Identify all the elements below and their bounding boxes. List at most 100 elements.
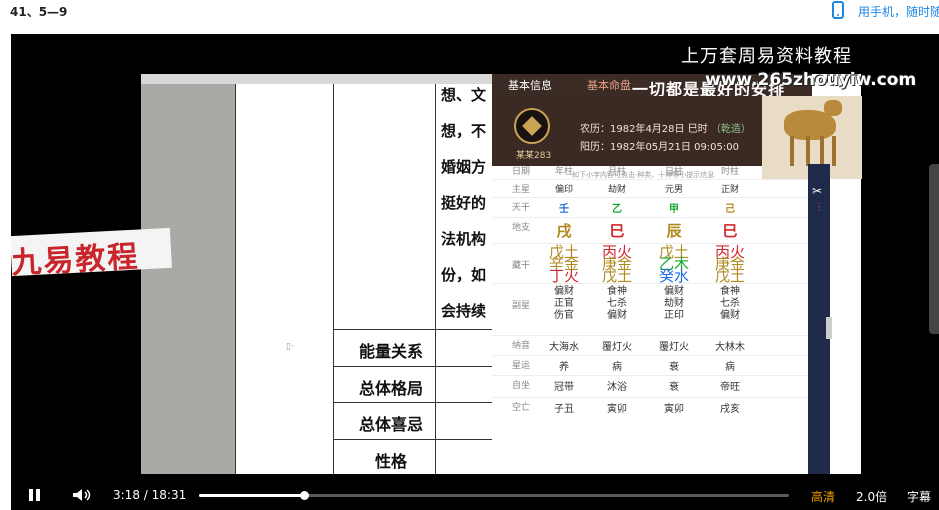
top-bar: 41、5—9 用手机，随时随 bbox=[0, 0, 939, 34]
chart-divider bbox=[492, 375, 812, 376]
progress-knob[interactable] bbox=[300, 491, 310, 500]
slide-text-line: 想，不 bbox=[441, 122, 487, 140]
chart-cell: 子丑 bbox=[554, 404, 574, 415]
lesson-title: 41、5—9 bbox=[10, 5, 68, 19]
chart-row-label: 地支 bbox=[512, 223, 531, 233]
chart-cell: 巳 bbox=[609, 222, 625, 240]
chart-column-header: 年柱 bbox=[554, 167, 573, 177]
chart-cell: 衰 bbox=[669, 382, 679, 393]
chart-row-label: 星运 bbox=[512, 361, 531, 371]
chart-cell: 覆灯火 bbox=[602, 342, 632, 353]
watermark-title: 上万套周易资料教程 bbox=[681, 46, 852, 67]
table-row-label: 总体喜忌 bbox=[358, 415, 423, 434]
solar-date: 阳历：1982年05月21日 09:05:00 bbox=[580, 142, 739, 153]
chart-cell: 辰 bbox=[666, 222, 682, 240]
chart-cell: 病 bbox=[612, 362, 622, 373]
chart-row-label: 自坐 bbox=[512, 381, 531, 391]
watermark-url: www.265zhouyiw.com bbox=[705, 70, 917, 90]
chart-cell: 乙 bbox=[612, 204, 622, 215]
table-row-label: 性格 bbox=[374, 451, 407, 471]
chart-cell: 甲 bbox=[669, 204, 679, 215]
tab-basic-info[interactable]: 基本信息 bbox=[508, 77, 552, 93]
chart-cell: 偏印 bbox=[554, 185, 573, 195]
chart-divider bbox=[492, 197, 812, 198]
chart-row-label: 空亡 bbox=[512, 403, 531, 413]
chart-header-label: 日期 bbox=[512, 167, 531, 177]
subtitles-button[interactable]: 字幕 bbox=[907, 488, 931, 505]
brand-banner: 九易教程 bbox=[11, 227, 172, 281]
chart-cell: 寅卯 bbox=[664, 404, 684, 415]
lunar-date: 农历：1982年4月28日 巳时 （乾造） bbox=[580, 124, 751, 135]
chart-cell: 偏财 正官 伤官 bbox=[554, 286, 574, 321]
slide-text-line: 想、文 bbox=[441, 86, 487, 104]
chart-column-header: 月柱 bbox=[607, 167, 626, 177]
chart-cell: 养 bbox=[559, 362, 569, 373]
chart-cell: 丙火 庚金 戊土 bbox=[601, 243, 632, 285]
progress-fill bbox=[199, 494, 305, 497]
slide-gray-margin bbox=[141, 84, 235, 474]
brand-banner-text: 九易教程 bbox=[11, 239, 141, 282]
more-icon[interactable]: ⋮ bbox=[814, 202, 824, 213]
chart-divider bbox=[492, 243, 812, 244]
chart-cell: 戊土 乙木 癸水 bbox=[658, 243, 689, 285]
chart-column-header: 时柱 bbox=[720, 167, 739, 177]
chart-row-label: 藏干 bbox=[512, 261, 531, 271]
volume-icon[interactable] bbox=[73, 489, 93, 501]
chart-cell: 病 bbox=[725, 362, 735, 373]
chart-cell: 壬 bbox=[559, 204, 569, 215]
sidebar-toggle[interactable] bbox=[929, 164, 939, 334]
slide-text-line: 法机构 bbox=[441, 230, 487, 248]
chart-cell: 帝旺 bbox=[720, 382, 740, 393]
duration: 18:31 bbox=[151, 488, 187, 502]
chart-cell: 己 bbox=[725, 204, 735, 215]
tab-basic-chart[interactable]: 基本命盘 bbox=[587, 77, 631, 93]
chart-divider bbox=[492, 335, 812, 336]
phone-link[interactable]: 用手机，随时随 bbox=[858, 3, 939, 20]
chart-cell: 大海水 bbox=[549, 342, 579, 353]
slide-text-line: 挺好的 bbox=[441, 194, 487, 212]
chart-cell: 食神 七杀 偏财 bbox=[720, 286, 740, 321]
table-row-label: 能量关系 bbox=[358, 342, 423, 361]
chart-cell: 大林木 bbox=[715, 342, 745, 353]
chart-row-label: 天干 bbox=[512, 203, 531, 213]
current-time: 3:18 bbox=[113, 488, 140, 502]
speed-button[interactable]: 2.0倍 bbox=[856, 488, 887, 505]
chart-row-label: 纳音 bbox=[512, 341, 531, 351]
slide-marker: ▯· bbox=[286, 342, 294, 352]
side-handle[interactable] bbox=[826, 317, 832, 339]
person-info: 某某283 农历：1982年4月28日 巳时 （乾造） 阳历：1982年05月2… bbox=[492, 96, 762, 166]
progress-bar[interactable] bbox=[199, 491, 789, 500]
chart-cell: 戌亥 bbox=[720, 404, 740, 415]
chart-cell: 丙火 庚金 戊土 bbox=[714, 243, 745, 285]
phone-icon[interactable] bbox=[832, 1, 844, 19]
chart-column-header: 日柱 bbox=[664, 167, 683, 177]
chart-cell: 衰 bbox=[669, 362, 679, 373]
chart-cell: 食神 七杀 偏财 bbox=[607, 286, 627, 321]
chart-cell: 覆灯火 bbox=[659, 342, 689, 353]
chart-divider bbox=[492, 397, 812, 398]
scissors-icon[interactable]: ✂ bbox=[812, 184, 822, 198]
bazi-panel: 基本信息 基本命盘 一切都是最好的安排 某某283 农历：1982年4月28日 … bbox=[492, 74, 862, 474]
horse-logo-icon bbox=[514, 108, 550, 144]
pause-icon[interactable] bbox=[29, 489, 41, 501]
chart-divider bbox=[492, 217, 812, 218]
chart-cell: 偏财 劫财 正印 bbox=[664, 286, 684, 321]
chart-cell: 元男 bbox=[664, 185, 683, 195]
chart-cell: 戊土 辛金 丁火 bbox=[548, 243, 579, 285]
table-row-label: 总体格局 bbox=[358, 378, 423, 398]
chart-row-label: 主星 bbox=[512, 185, 531, 195]
chart-cell: 巳 bbox=[722, 222, 738, 240]
chart-cell: 正财 bbox=[720, 185, 739, 195]
chart-cell: 戌 bbox=[556, 222, 572, 240]
player-controls: 3:18 / 18:31 高清 2.0倍 字幕 bbox=[11, 480, 939, 510]
video-player[interactable]: ▯· 想、文 想，不 婚姻方 挺好的 法机构 份，如 会持续 能量关系 总体格局 总体喜忌 性格 … bbox=[11, 34, 939, 510]
chart-divider bbox=[492, 179, 812, 180]
person-name: 某某283 bbox=[516, 151, 552, 161]
slide-text-line: 会持续 bbox=[441, 302, 487, 320]
chart-cell: 冠带 bbox=[554, 382, 574, 393]
chart-divider bbox=[492, 283, 812, 284]
chart-cell: 寅卯 bbox=[607, 404, 627, 415]
slide-text-line: 婚姻方 bbox=[441, 158, 487, 176]
quality-button[interactable]: 高清 bbox=[811, 488, 835, 505]
chart-cell: 劫财 bbox=[607, 185, 626, 195]
